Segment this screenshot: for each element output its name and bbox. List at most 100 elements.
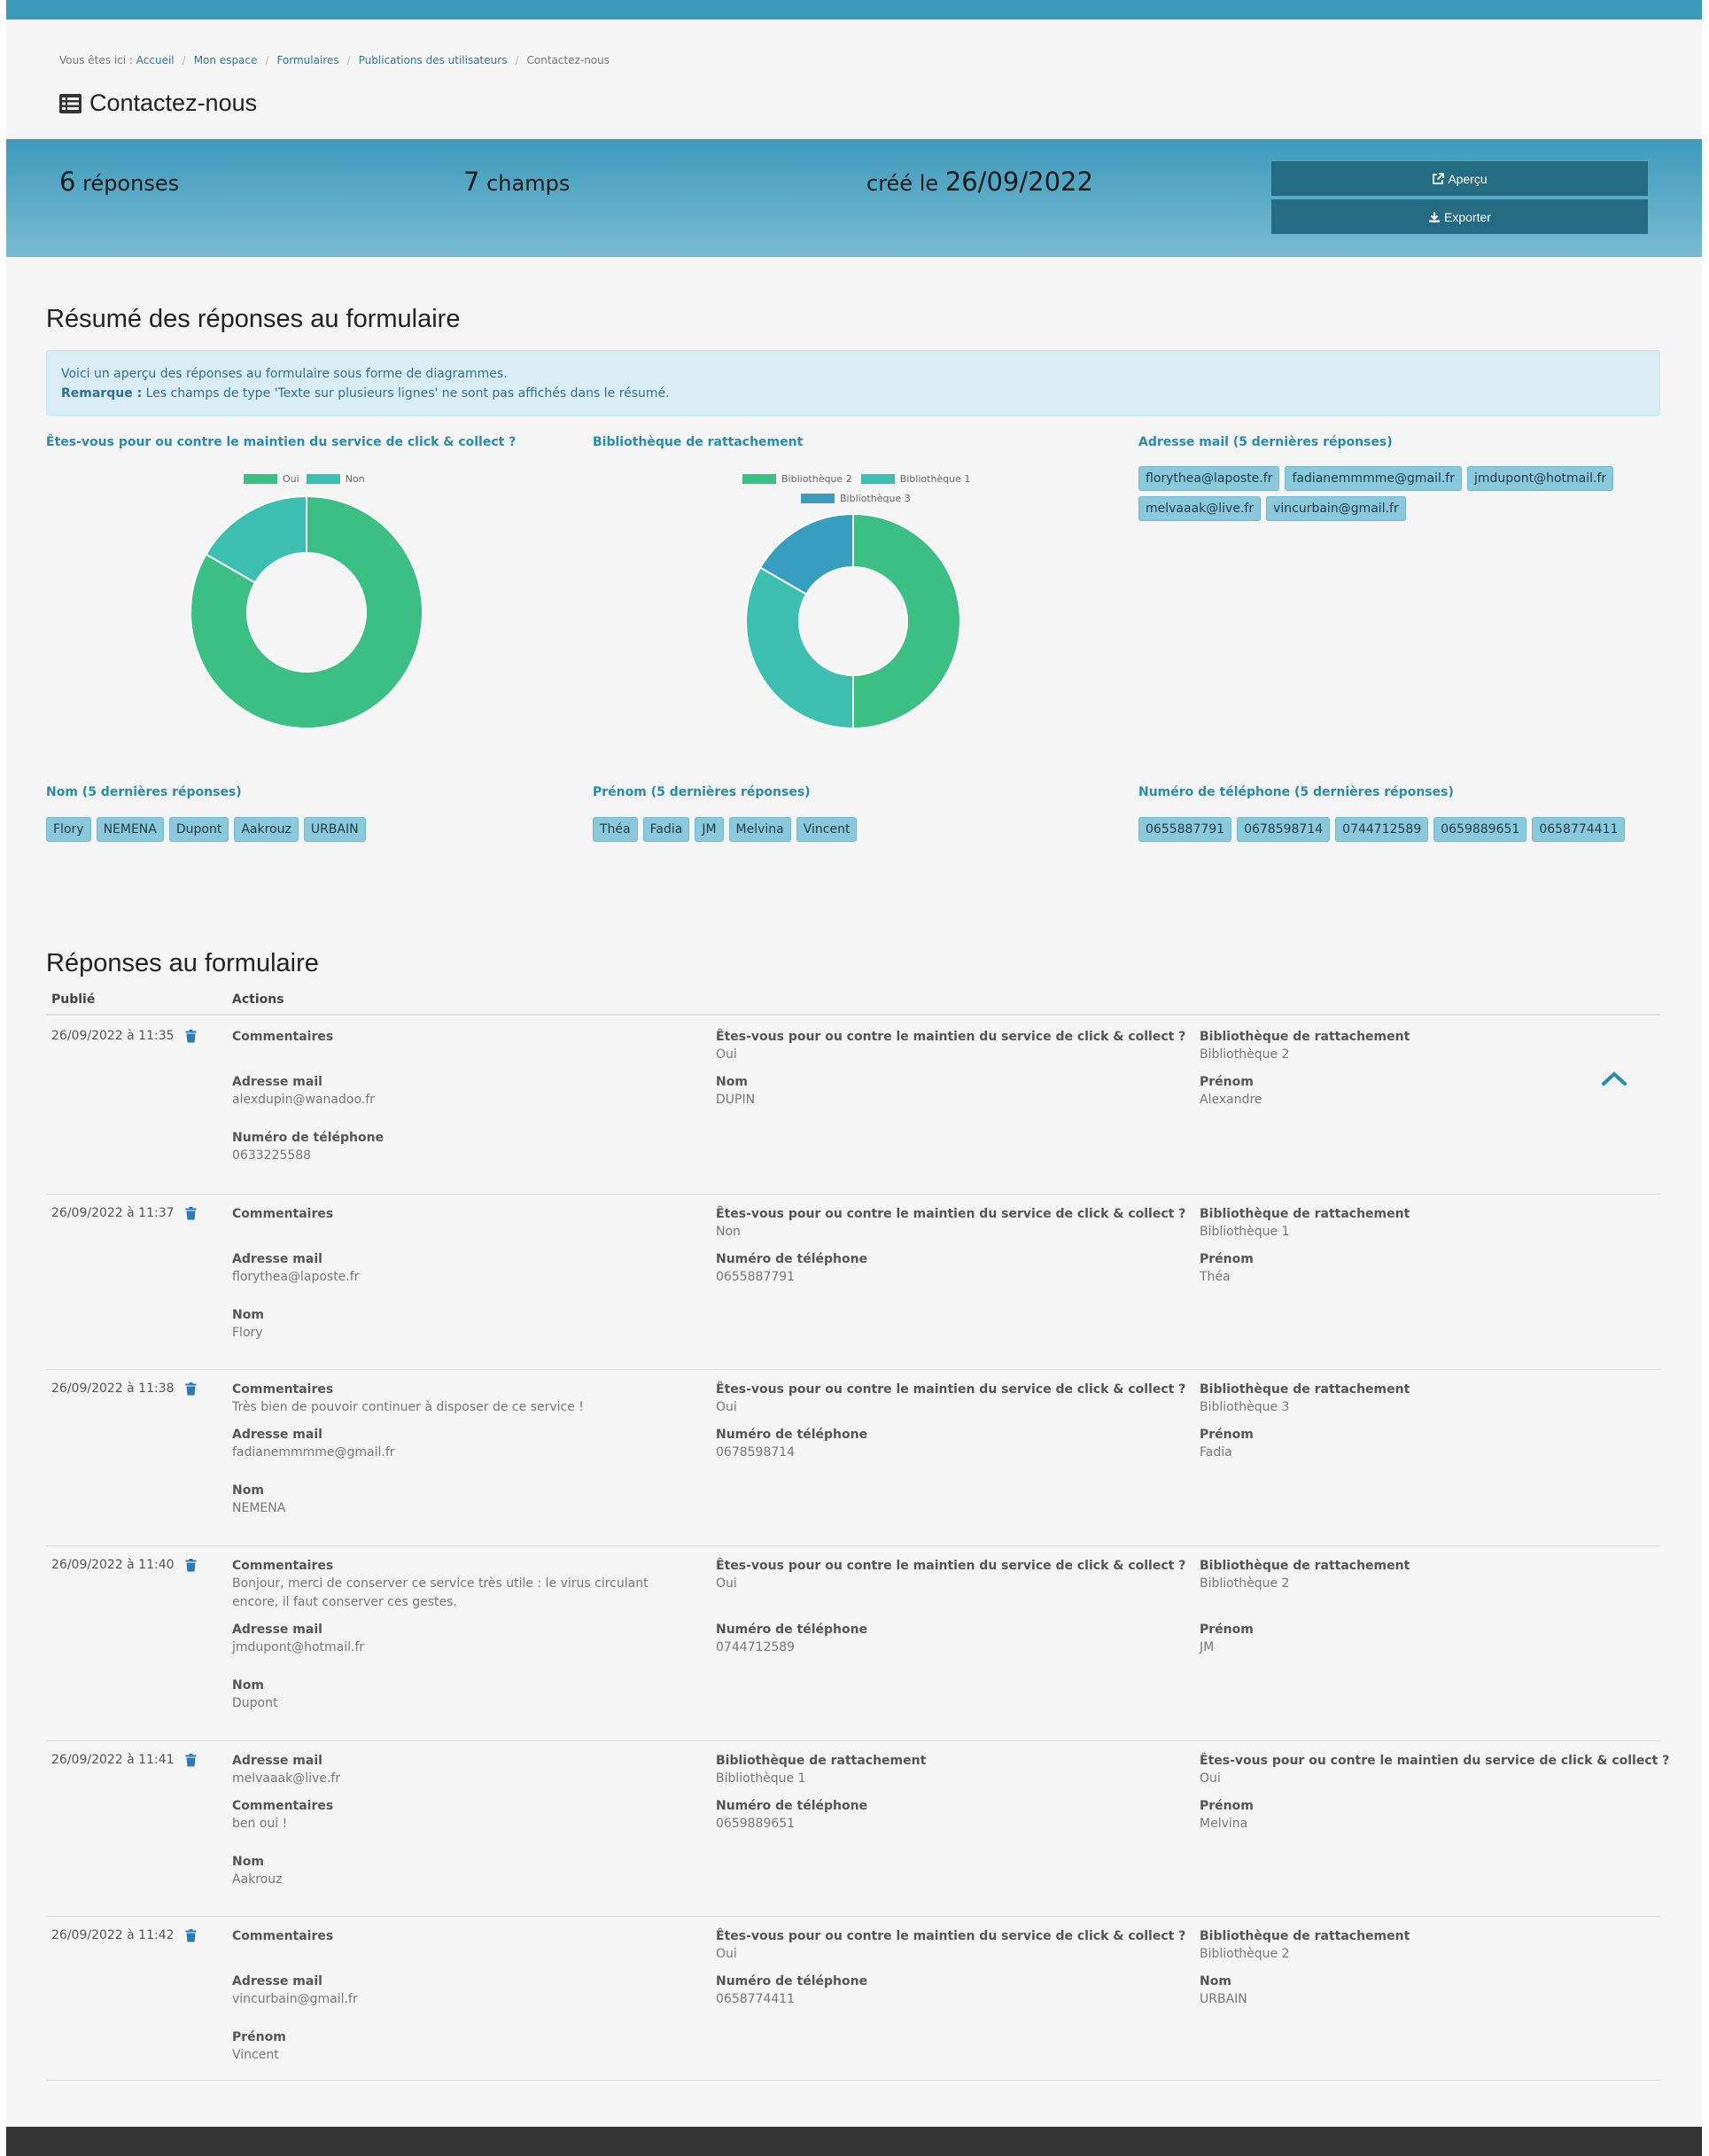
donut-slice-bibliothèque-1[interactable] <box>745 566 854 730</box>
field-label: Numéro de téléphone <box>716 1974 868 1989</box>
top-navbar <box>6 0 1702 19</box>
phone-tag: 0658774411 <box>1532 817 1626 842</box>
legend-label-oui: Oui <box>283 473 299 485</box>
field-value: 0658774411 <box>716 1992 796 2006</box>
field-label: Numéro de téléphone <box>232 1131 385 1145</box>
legend-swatch-bibli3 <box>801 494 835 503</box>
breadcrumb-home[interactable]: Accueil <box>136 54 175 66</box>
donut-chart-library <box>745 512 961 730</box>
field-value: jmdupont@hotmail.fr <box>232 1640 365 1654</box>
firstname-tag: Vincent <box>796 817 858 842</box>
summary-title: Résumé des réponses au formulaire <box>46 305 461 333</box>
name-tag: Aakrouz <box>234 817 299 842</box>
field-value: florythea@laposte.fr <box>232 1270 360 1284</box>
field-value: Dupont <box>232 1696 278 1710</box>
firstname-tags: Théa Fadia JM Melvina Vincent <box>593 817 1115 842</box>
field-label: Numéro de téléphone <box>716 1799 868 1813</box>
field-value: Oui <box>1200 1771 1221 1786</box>
field-label: Commentaires <box>232 1030 334 1044</box>
trash-icon[interactable] <box>185 1754 197 1767</box>
trash-icon[interactable] <box>185 1382 197 1396</box>
breadcrumb-forms[interactable]: Formulaires <box>276 54 338 66</box>
trash-icon[interactable] <box>185 1030 197 1043</box>
row-field: Prénom Alexandre <box>1200 1073 1660 1109</box>
question-firstname-label: Prénom (5 dernières réponses) <box>593 785 811 799</box>
trash-icon[interactable] <box>185 1559 197 1572</box>
breadcrumb-user-publications[interactable]: Publications des utilisateurs <box>359 54 508 66</box>
table-row: 26/09/2022 à 11:42 Commentaires Êtes-vous … <box>46 1917 1660 2081</box>
field-value: ben oui ! <box>232 1817 288 1831</box>
field-value: 0655887791 <box>716 1270 796 1284</box>
page-title: Contactez-nous <box>59 90 257 117</box>
row-field: Commentaires ben oui ! <box>232 1797 693 1833</box>
row-field: Nom Flory <box>232 1306 693 1343</box>
name-tag: Dupont <box>168 817 229 842</box>
field-label: Bibliothèque de rattachement <box>1200 1030 1410 1044</box>
field-label: Bibliothèque de rattachement <box>1200 1559 1410 1573</box>
trash-icon[interactable] <box>185 1929 197 1942</box>
field-value: Aakrouz <box>232 1872 283 1887</box>
row-field: Êtes-vous pour ou contre le maintien du … <box>716 1381 1186 1417</box>
breadcrumb: Vous êtes ici : Accueil / Mon espace / Formu… <box>59 54 610 66</box>
field-value: Très bien de pouvoir continuer à dispose… <box>232 1400 584 1414</box>
field-value: Flory <box>232 1326 263 1340</box>
field-label: Commentaires <box>232 1799 334 1813</box>
firstname-tag: Fadia <box>642 817 690 842</box>
row-field: Prénom Fadia <box>1200 1426 1660 1462</box>
row-date: 26/09/2022 à 11:40 <box>51 1558 175 1572</box>
row-field: Prénom Théa <box>1200 1250 1660 1287</box>
footer-bar <box>6 2127 1702 2156</box>
field-value: 0744712589 <box>716 1640 796 1654</box>
breadcrumb-my-space[interactable]: Mon espace <box>194 54 258 66</box>
row-field: Bibliothèque de rattachement Bibliothèque… <box>1200 1557 1660 1593</box>
chevron-up-icon[interactable] <box>1601 1070 1627 1086</box>
field-label: Adresse mail <box>232 1623 322 1637</box>
field-value: melvaaak@live.fr <box>232 1771 341 1786</box>
col-actions: Actions <box>232 992 284 1007</box>
row-field: Numéro de téléphone 0633225588 <box>232 1129 693 1165</box>
row-date: 26/09/2022 à 11:42 <box>51 1928 175 1942</box>
legend-swatch-non <box>306 474 340 484</box>
field-label: Commentaires <box>232 1382 334 1397</box>
chart2-legend-row1: Bibliothèque 2 Bibliothèque 1 <box>742 473 970 485</box>
field-label: Numéro de téléphone <box>716 1252 868 1266</box>
table-row: 26/09/2022 à 11:41 Adresse mail melvaaak@l… <box>46 1741 1670 1917</box>
field-value: vincurbain@gmail.fr <box>232 1992 358 2006</box>
stat-created: créé le 26/09/2022 <box>866 167 1093 197</box>
trash-icon[interactable] <box>185 1207 197 1220</box>
page-frame: Vous êtes ici : Accueil / Mon espace / Formu… <box>6 0 1702 2156</box>
name-tags: Flory NEMENA Dupont Aakrouz URBAIN <box>46 817 569 842</box>
breadcrumb-current: Contactez-nous <box>526 54 610 66</box>
export-button[interactable]: Exporter <box>1271 199 1648 234</box>
row-field: Êtes-vous pour ou contre le maintien du … <box>716 1557 1185 1593</box>
question-email-label: Adresse mail (5 dernières réponses) <box>1138 435 1393 449</box>
field-label: Bibliothèque de rattachement <box>716 1754 927 1768</box>
field-value: URBAIN <box>1200 1992 1247 2006</box>
row-field: Adresse mail alexdupin@wanadoo.fr <box>232 1073 693 1109</box>
field-label: Adresse mail <box>232 1754 322 1768</box>
field-value: Alexandre <box>1200 1093 1262 1107</box>
legend-swatch-bibli2 <box>742 474 776 484</box>
page-title-text: Contactez-nous <box>89 90 258 116</box>
field-label: Prénom <box>1200 1799 1254 1813</box>
field-label: Nom <box>716 1075 748 1089</box>
row-field: Numéro de téléphone 0744712589 <box>716 1621 1177 1657</box>
preview-button[interactable]: Aperçu <box>1271 161 1648 196</box>
table-row: 26/09/2022 à 11:37 Commentaires Êtes-vous … <box>46 1195 1660 1370</box>
field-value: Oui <box>716 1047 737 1062</box>
row-field: Adresse mail melvaaak@live.fr <box>232 1752 693 1788</box>
field-value: Théa <box>1200 1270 1231 1284</box>
legend-label-non: Non <box>345 473 365 485</box>
donut-slice-bibliothèque-2[interactable] <box>852 512 961 730</box>
donut-chart-click-collect <box>190 494 423 729</box>
field-label: Êtes-vous pour ou contre le maintien du … <box>716 1382 1186 1397</box>
field-label: Êtes-vous pour ou contre le maintien du … <box>1200 1754 1670 1768</box>
row-field: Adresse mail vincurbain@gmail.fr <box>232 1973 693 2009</box>
info-remark-label: Remarque : <box>61 386 143 401</box>
question-name-label: Nom (5 dernières réponses) <box>46 785 242 799</box>
field-label: Adresse mail <box>232 1075 322 1089</box>
row-field: Commentaires Bonjour, merci de conserver … <box>232 1557 693 1612</box>
field-label: Adresse mail <box>232 1428 322 1442</box>
info-line: Voici un aperçu des réponses au formulai… <box>61 367 508 381</box>
info-alert: Voici un aperçu des réponses au formulai… <box>46 350 1660 416</box>
